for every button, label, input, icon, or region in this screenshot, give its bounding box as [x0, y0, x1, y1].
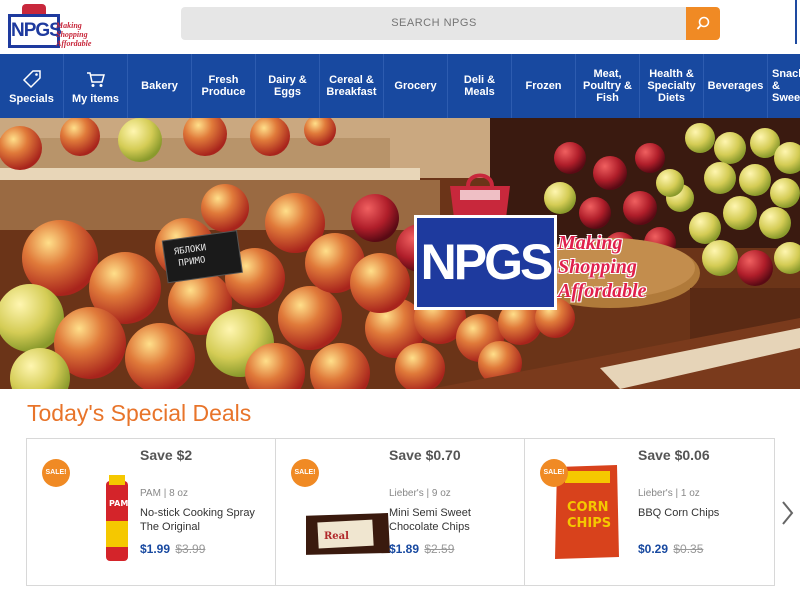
deal-product-name[interactable]: BBQ Corn Chips: [638, 506, 768, 520]
nav-label: Cereal & Breakfast: [326, 74, 377, 98]
nav-item-specials[interactable]: Specials: [0, 54, 64, 118]
price-current: $1.99: [140, 542, 171, 556]
hero-tagline: Making Shopping Affordable: [558, 232, 647, 302]
sale-badge: SALE!: [42, 459, 70, 487]
cart-icon: [86, 71, 105, 87]
header: NPGS Making Shopping Affordable: [0, 0, 800, 54]
nav-item-dairy-eggs[interactable]: Dairy & Eggs: [256, 54, 320, 118]
logo-tagline: Making Shopping Affordable: [56, 21, 92, 48]
nav-item-health-specialty[interactable]: Health & Specialty Diets: [640, 54, 704, 118]
nav-label: My items: [71, 92, 120, 105]
nav-label: Snacks & Sweets: [772, 68, 800, 104]
nav-label: Fresh Produce: [201, 74, 246, 98]
nav-item-meat-poultry-fish[interactable]: Meat, Poultry & Fish: [576, 54, 640, 118]
deal-product-name[interactable]: Mini Semi Sweet Chocolate Chips: [389, 506, 519, 534]
search-input[interactable]: [181, 7, 687, 40]
price-current: $1.89: [389, 542, 420, 556]
deal-card[interactable]: SALE! CORN CHIPS Save $0.06 Lieber's | 1…: [525, 439, 774, 585]
section-title: Today's Special Deals: [27, 400, 252, 426]
price-original: $0.35: [673, 542, 704, 556]
logo[interactable]: NPGS Making Shopping Affordable: [6, 4, 102, 48]
deals-carousel: SALE! PAM Save $2 PAM | 8 oz No-stick Co…: [26, 438, 775, 586]
nav-label: Deli & Meals: [463, 74, 496, 98]
svg-text:Real: Real: [324, 531, 349, 542]
deal-save-amount: Save $0.70: [389, 447, 461, 463]
chevron-right-icon[interactable]: [778, 498, 798, 528]
nav-item-fresh-produce[interactable]: Fresh Produce: [192, 54, 256, 118]
nav-label: Dairy & Eggs: [268, 74, 307, 98]
hero-banner[interactable]: ЯБЛОКИ ПРИМО NPGS Making Shopping Afford…: [0, 118, 800, 389]
svg-text:PAM: PAM: [109, 499, 128, 508]
tag-icon: [22, 69, 41, 88]
nav-label: Specials: [9, 92, 54, 105]
deal-product-name[interactable]: No-stick Cooking Spray The Original: [140, 506, 270, 534]
deal-brand-size: Lieber's | 1 oz: [638, 488, 700, 499]
deal-price: $1.99 $3.99: [140, 542, 205, 556]
hero-logo: NPGS: [414, 215, 557, 310]
search-icon: [696, 16, 710, 30]
nav-item-bakery[interactable]: Bakery: [128, 54, 192, 118]
product-image: PAM: [106, 475, 128, 561]
nav-label: Health & Specialty Diets: [647, 68, 696, 104]
deal-card[interactable]: SALE! PAM Save $2 PAM | 8 oz No-stick Co…: [27, 439, 276, 585]
nav-item-frozen[interactable]: Frozen: [512, 54, 576, 118]
sale-badge: SALE!: [291, 459, 319, 487]
search-button[interactable]: [686, 7, 720, 40]
nav-item-snacks-sweets[interactable]: Snacks & Sweets: [768, 54, 800, 118]
shopping-bag-icon: [450, 173, 510, 218]
svg-text:CORN: CORN: [567, 500, 608, 515]
price-current: $0.29: [638, 542, 669, 556]
header-divider: [795, 0, 797, 44]
price-original: $2.59: [424, 542, 455, 556]
nav-item-deli-meals[interactable]: Deli & Meals: [448, 54, 512, 118]
deal-price: $1.89 $2.59: [389, 542, 454, 556]
nav-item-beverages[interactable]: Beverages: [704, 54, 768, 118]
product-image: Real: [306, 513, 390, 555]
nav-label: Bakery: [141, 80, 178, 92]
nav-label: Frozen: [525, 80, 562, 92]
svg-text:CHIPS: CHIPS: [567, 516, 611, 531]
category-nav: Specials My items Bakery Fresh Produce D…: [0, 54, 800, 118]
logo-text: NPGS: [8, 14, 62, 48]
product-image: CORN CHIPS: [555, 465, 619, 559]
deal-brand-size: Lieber's | 9 oz: [389, 488, 451, 499]
nav-item-cereal-breakfast[interactable]: Cereal & Breakfast: [320, 54, 384, 118]
deal-price: $0.29 $0.35: [638, 542, 703, 556]
deal-card[interactable]: SALE! Real Save $0.70 Lieber's | 9 oz Mi…: [276, 439, 525, 585]
nav-label: Beverages: [707, 80, 764, 92]
deal-save-amount: Save $0.06: [638, 447, 710, 463]
price-original: $3.99: [175, 542, 206, 556]
sale-badge: SALE!: [540, 459, 568, 487]
deal-brand-size: PAM | 8 oz: [140, 488, 188, 499]
nav-label: Grocery: [394, 80, 437, 92]
nav-label: Meat, Poultry & Fish: [583, 68, 632, 104]
nav-item-grocery[interactable]: Grocery: [384, 54, 448, 118]
deal-save-amount: Save $2: [140, 447, 193, 463]
nav-item-my-items[interactable]: My items: [64, 54, 128, 118]
